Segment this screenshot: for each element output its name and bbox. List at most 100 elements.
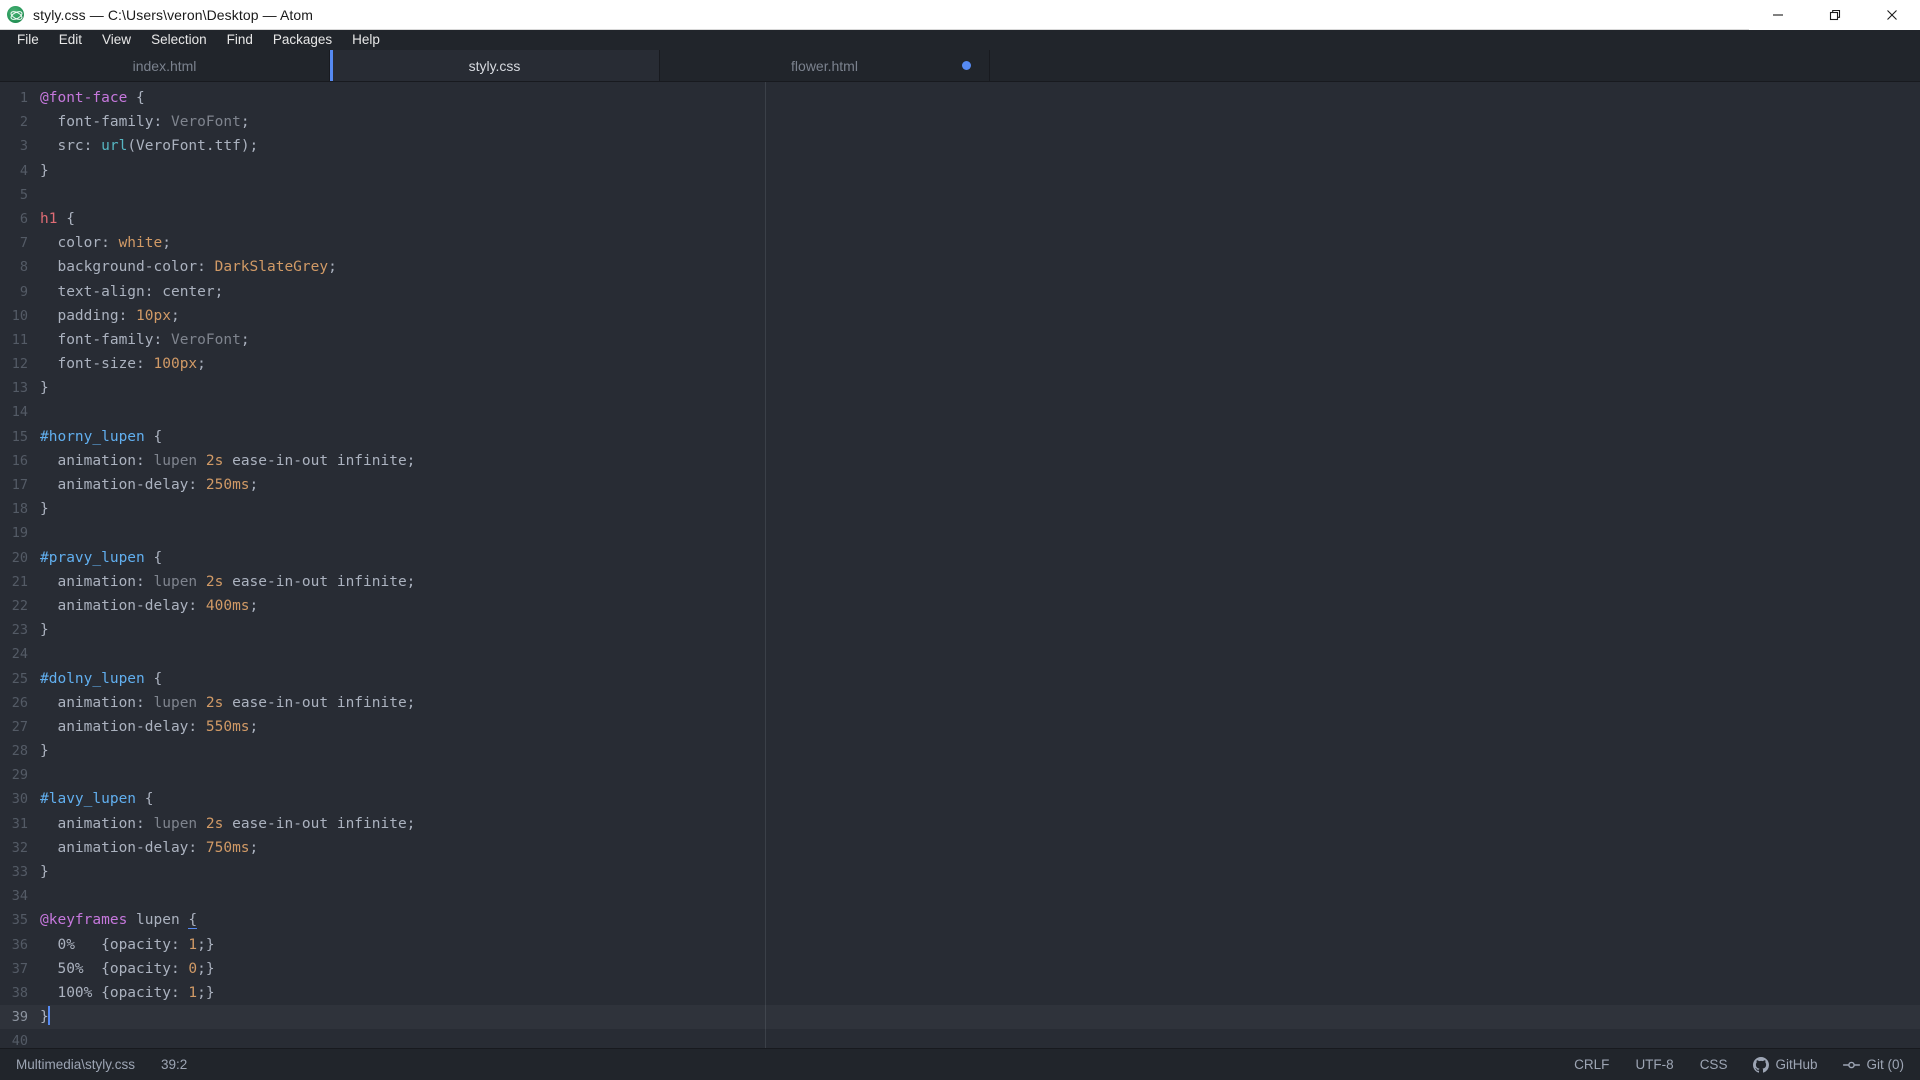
editor-line[interactable]: 35 @keyframes lupen { xyxy=(0,908,1920,932)
editor-line[interactable]: 23} xyxy=(0,618,1920,642)
editor-line[interactable]: 15 #horny_lupen { xyxy=(0,425,1920,449)
editor-line[interactable]: 37 50% {opacity: 0;} xyxy=(0,957,1920,981)
editor-line[interactable]: 5 xyxy=(0,183,1920,207)
editor-line[interactable]: 2 font-family: VeroFont; xyxy=(0,110,1920,134)
editor-line[interactable]: 16 animation: lupen 2s ease-in-out infin… xyxy=(0,449,1920,473)
line-content[interactable]: } xyxy=(28,159,1920,183)
editor-line[interactable]: 8 background-color: DarkSlateGrey; xyxy=(0,255,1920,279)
tab-bar: index.html styly.css flower.html xyxy=(0,50,1920,82)
editor-line[interactable]: 24 xyxy=(0,642,1920,666)
editor-line[interactable]: 4} xyxy=(0,159,1920,183)
editor-line[interactable]: 3 src: url(VeroFont.ttf); xyxy=(0,134,1920,158)
line-content[interactable]: #dolny_lupen { xyxy=(28,667,1920,691)
status-github[interactable]: GitHub xyxy=(1753,1056,1817,1073)
close-button[interactable] xyxy=(1863,0,1920,30)
menu-item-help[interactable]: Help xyxy=(342,30,390,50)
menu-item-find[interactable]: Find xyxy=(217,30,263,50)
editor-line[interactable]: 33} xyxy=(0,860,1920,884)
line-content[interactable]: @font-face { xyxy=(28,86,1920,110)
line-number: 14 xyxy=(11,404,28,421)
line-content[interactable]: #lavy_lupen { xyxy=(28,787,1920,811)
status-encoding[interactable]: UTF-8 xyxy=(1635,1057,1673,1072)
line-content[interactable]: animation-delay: 250ms; xyxy=(28,473,1920,497)
line-content[interactable]: h1 { xyxy=(28,207,1920,231)
editor-line[interactable]: 38 100% {opacity: 1;} xyxy=(0,981,1920,1005)
line-content[interactable]: #horny_lupen { xyxy=(28,425,1920,449)
editor-line[interactable]: 21 animation: lupen 2s ease-in-out infin… xyxy=(0,570,1920,594)
line-content[interactable]: font-size: 100px; xyxy=(28,352,1920,376)
menu-item-packages[interactable]: Packages xyxy=(263,30,342,50)
line-content[interactable]: font-family: VeroFont; xyxy=(28,328,1920,352)
editor-line[interactable]: 32 animation-delay: 750ms; xyxy=(0,836,1920,860)
editor-line[interactable]: 14 xyxy=(0,400,1920,424)
editor-line[interactable]: 39} xyxy=(0,1005,1920,1029)
editor-line[interactable]: 29 xyxy=(0,763,1920,787)
line-content[interactable]: text-align: center; xyxy=(28,280,1920,304)
line-content[interactable]: } xyxy=(28,618,1920,642)
editor-line[interactable]: 6 h1 { xyxy=(0,207,1920,231)
line-content[interactable]: } xyxy=(28,860,1920,884)
line-content[interactable]: animation: lupen 2s ease-in-out infinite… xyxy=(28,449,1920,473)
line-content[interactable]: animation: lupen 2s ease-in-out infinite… xyxy=(28,691,1920,715)
editor-line[interactable]: 31 animation: lupen 2s ease-in-out infin… xyxy=(0,812,1920,836)
line-content[interactable]: 0% {opacity: 1;} xyxy=(28,933,1920,957)
status-line-ending[interactable]: CRLF xyxy=(1574,1057,1609,1072)
line-number: 18 xyxy=(11,501,28,518)
menu-item-view[interactable]: View xyxy=(92,30,141,50)
line-content[interactable]: 100% {opacity: 1;} xyxy=(28,981,1920,1005)
line-content[interactable]: @keyframes lupen { xyxy=(28,908,1920,932)
tab-styly-css[interactable]: styly.css xyxy=(330,50,660,81)
editor-line[interactable]: 17 animation-delay: 250ms; xyxy=(0,473,1920,497)
line-content[interactable]: font-family: VeroFont; xyxy=(28,110,1920,134)
code-editor[interactable]: 1 @font-face {2 font-family: VeroFont; 3 s… xyxy=(0,82,1920,1048)
line-content[interactable]: animation-delay: 550ms; xyxy=(28,715,1920,739)
editor-line[interactable]: 11 font-family: VeroFont; xyxy=(0,328,1920,352)
code-token: : xyxy=(188,477,206,493)
editor-line[interactable]: 34 xyxy=(0,884,1920,908)
menu-item-selection[interactable]: Selection xyxy=(141,30,217,50)
editor-line[interactable]: 40 xyxy=(0,1029,1920,1048)
line-content[interactable]: } xyxy=(28,497,1920,521)
editor-line[interactable]: 25 #dolny_lupen { xyxy=(0,667,1920,691)
restore-button[interactable] xyxy=(1806,0,1863,30)
line-content[interactable]: #pravy_lupen { xyxy=(28,546,1920,570)
editor-line[interactable]: 1 @font-face { xyxy=(0,86,1920,110)
line-content[interactable]: animation: lupen 2s ease-in-out infinite… xyxy=(28,570,1920,594)
editor-line[interactable]: 9 text-align: center; xyxy=(0,280,1920,304)
line-content[interactable]: animation-delay: 400ms; xyxy=(28,594,1920,618)
editor-line[interactable]: 12 font-size: 100px; xyxy=(0,352,1920,376)
editor-line[interactable]: 18} xyxy=(0,497,1920,521)
line-content[interactable]: padding: 10px; xyxy=(28,304,1920,328)
editor-line[interactable]: 20 #pravy_lupen { xyxy=(0,546,1920,570)
editor-line[interactable]: 26 animation: lupen 2s ease-in-out infin… xyxy=(0,691,1920,715)
status-grammar[interactable]: CSS xyxy=(1700,1057,1728,1072)
tab-flower-html[interactable]: flower.html xyxy=(660,50,990,81)
line-content[interactable]: animation-delay: 750ms; xyxy=(28,836,1920,860)
code-token: 2s xyxy=(205,694,224,711)
tab-index-html[interactable]: index.html xyxy=(0,50,330,81)
editor-line[interactable]: 7 color: white; xyxy=(0,231,1920,255)
status-file-path[interactable]: Multimedia\styly.css xyxy=(16,1057,135,1072)
line-content[interactable]: } xyxy=(28,739,1920,763)
editor-line[interactable]: 27 animation-delay: 550ms; xyxy=(0,715,1920,739)
editor-line[interactable]: 36 0% {opacity: 1;} xyxy=(0,933,1920,957)
minimize-button[interactable] xyxy=(1749,0,1806,30)
editor-line[interactable]: 13} xyxy=(0,376,1920,400)
editor-line[interactable]: 19 xyxy=(0,521,1920,545)
editor-line[interactable]: 28} xyxy=(0,739,1920,763)
line-content[interactable]: color: white; xyxy=(28,231,1920,255)
status-git[interactable]: Git (0) xyxy=(1843,1057,1904,1073)
editor-line[interactable]: 10 padding: 10px; xyxy=(0,304,1920,328)
line-content[interactable]: 50% {opacity: 0;} xyxy=(28,957,1920,981)
status-cursor-position[interactable]: 39:2 xyxy=(161,1057,187,1072)
line-content[interactable]: } xyxy=(28,376,1920,400)
code-token: 100% {opacity: xyxy=(40,984,189,1001)
line-content[interactable]: src: url(VeroFont.ttf); xyxy=(28,134,1920,158)
editor-line[interactable]: 22 animation-delay: 400ms; xyxy=(0,594,1920,618)
line-content[interactable]: background-color: DarkSlateGrey; xyxy=(28,255,1920,279)
editor-line[interactable]: 30 #lavy_lupen { xyxy=(0,787,1920,811)
line-content[interactable]: animation: lupen 2s ease-in-out infinite… xyxy=(28,812,1920,836)
line-content[interactable]: } xyxy=(28,1005,1920,1029)
menu-item-file[interactable]: File xyxy=(7,30,49,50)
menu-item-edit[interactable]: Edit xyxy=(49,30,92,50)
